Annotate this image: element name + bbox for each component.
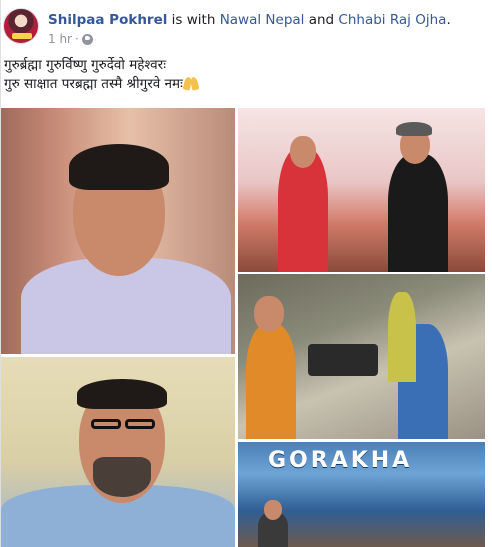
photo3-cameraman-face: [254, 296, 284, 332]
photo4-glasses-right: [125, 419, 155, 429]
photo-smiling-man[interactable]: [1, 108, 235, 354]
post-text-line-2: गुरु साक्षात परब्रह्मा तस्मै श्रीगुरवे न…: [4, 75, 199, 94]
photo1-hair: [69, 144, 169, 190]
facebook-post: Shilpaa Pokhrel is with Nawal Nepal and …: [0, 0, 492, 547]
meta-separator: ·: [75, 32, 79, 46]
post-timestamp[interactable]: 1 hr: [48, 32, 72, 46]
post-text-line-1: गुरुर्ब्रह्मा गुरुर्विष्णु गुरुर्देवो मह…: [4, 57, 166, 73]
friend-link-chhabi[interactable]: Chhabi Raj Ojha: [338, 12, 446, 28]
with-text: is with: [167, 12, 220, 28]
post-text: गुरुर्ब्रह्मा गुरुर्विष्णु गुरुर्देवो मह…: [4, 56, 199, 94]
author-avatar[interactable]: [3, 8, 39, 44]
globe-icon[interactable]: [81, 33, 93, 45]
photo2-man-cap: [396, 122, 432, 136]
photo3-camera: [308, 344, 378, 376]
folded-hands-icon: [183, 76, 199, 90]
photo-gallery: GORAKHA: [1, 108, 492, 547]
photo2-actress-face: [290, 136, 316, 168]
photo2-man: [388, 154, 448, 272]
photo-man-with-glasses[interactable]: [1, 357, 235, 547]
post-text-line-2-content: गुरु साक्षात परब्रह्मा तस्मै श्रीगुरवे न…: [4, 76, 183, 92]
friend-link-nawal[interactable]: Nawal Nepal: [220, 12, 305, 28]
gorakha-sign-text: GORAKHA: [268, 448, 413, 473]
avatar-badge: [12, 33, 32, 39]
post-meta: 1 hr ·: [48, 32, 93, 46]
photo-gorakha-sign[interactable]: GORAKHA: [238, 442, 485, 547]
post-header: Shilpaa Pokhrel is with Nawal Nepal and …: [1, 8, 492, 52]
period-text: .: [446, 12, 451, 28]
author-name-link[interactable]: Shilpaa Pokhrel: [48, 12, 167, 28]
photo3-crew-yellow: [388, 292, 416, 382]
photo4-beard: [93, 457, 151, 497]
photo3-cameraman: [246, 324, 296, 439]
photo-camera-crew[interactable]: [238, 274, 485, 439]
photo-film-set-couple[interactable]: [238, 108, 485, 272]
photo4-hair: [77, 379, 167, 409]
photo5-person-face: [264, 500, 282, 520]
photo4-glasses-left: [91, 419, 121, 429]
author-line: Shilpaa Pokhrel is with Nawal Nepal and …: [48, 12, 451, 28]
and-text: and: [304, 12, 339, 28]
